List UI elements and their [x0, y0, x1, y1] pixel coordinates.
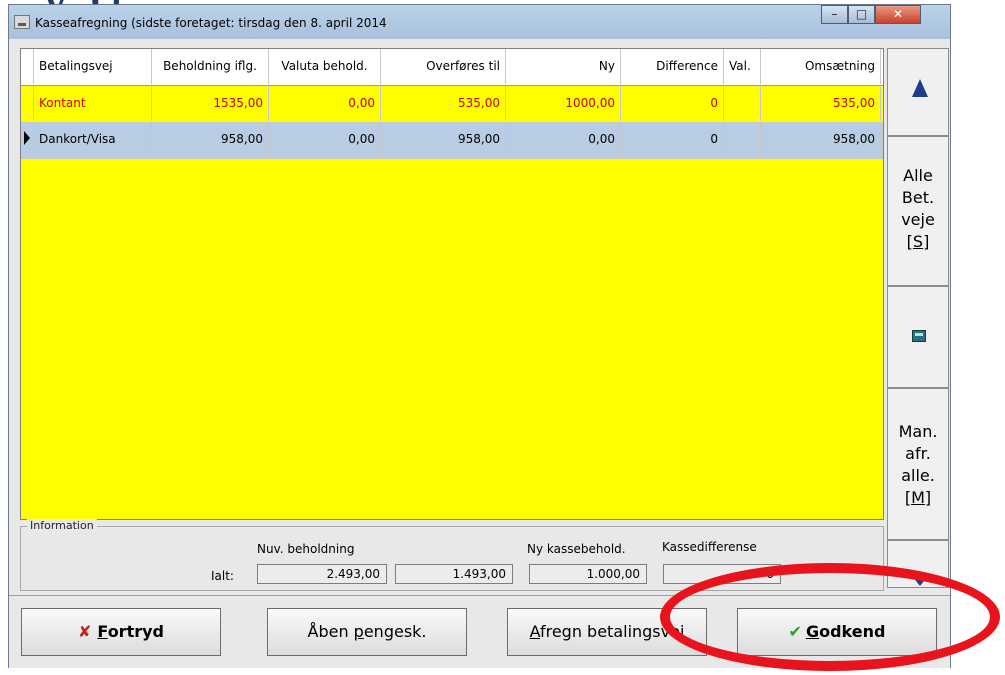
alle-bet-veje-button[interactable]: Alle Bet. veje [S]: [887, 136, 949, 286]
current-row-pointer-icon: [24, 131, 30, 145]
man-label-line1: Man.: [898, 422, 938, 441]
cell-beholdning[interactable]: 1535,00: [152, 86, 269, 121]
calculator-button[interactable]: [887, 286, 949, 388]
arrow-up-icon: [912, 79, 928, 97]
cell-valuta[interactable]: 0,00: [269, 86, 381, 121]
cell-overfoeres[interactable]: 535,00: [381, 86, 506, 121]
cell-overfoeres[interactable]: 958,00: [381, 122, 506, 157]
kasseafregning-window: Kasseafregning (sidste foretaget: tirsda…: [8, 4, 951, 668]
col-header-beholdning[interactable]: Beholdning iflg.: [152, 49, 269, 84]
calculator-icon: [912, 330, 926, 342]
cell-ny[interactable]: 0,00: [506, 122, 621, 157]
col-header-betalingsvej[interactable]: Betalingsvej: [34, 49, 152, 84]
ialt-label: Ialt:: [211, 569, 234, 583]
cell-betalingsvej[interactable]: Kontant: [34, 86, 152, 121]
scroll-up-button[interactable]: [887, 48, 949, 136]
godkend-button[interactable]: ✔ Godkend: [737, 608, 937, 656]
cell-difference[interactable]: 0: [621, 122, 724, 157]
row-indicator-header: [21, 49, 34, 84]
col-header-overfoeres[interactable]: Overføres til: [381, 49, 506, 84]
arrow-down-icon: [912, 576, 928, 586]
col-header-ny[interactable]: Ny: [506, 49, 621, 84]
grid-header-row: Betalingsvej Beholdning iflg. Valuta beh…: [21, 49, 883, 86]
col-header-difference[interactable]: Difference: [621, 49, 724, 84]
information-group: Information Nuv. beholdning Ny kassebeho…: [20, 519, 884, 591]
man-label-line3: alle.: [901, 466, 935, 485]
cell-ny[interactable]: 1000,00: [506, 86, 621, 121]
alle-label-line1: Alle: [903, 166, 933, 185]
ny-kassebehold-label: Ny kassebehold.: [527, 542, 626, 556]
checkmark-icon: ✔: [788, 622, 802, 641]
scroll-down-button[interactable]: [887, 540, 949, 588]
action-bar: ✘ Fortryd Åben pengesk. Afregn betalingsv…: [9, 595, 950, 668]
col-header-omsaetning[interactable]: Omsætning: [761, 49, 881, 84]
kassedifferense-field: 0: [663, 564, 781, 584]
app-icon: [14, 15, 30, 29]
man-shortcut: [M]: [904, 488, 932, 507]
nuv-beholdning-field: 2.493,00: [257, 564, 387, 584]
fortryd-button[interactable]: ✘ Fortryd: [21, 608, 221, 656]
close-button[interactable]: ✕: [875, 5, 921, 24]
table-row[interactable]: Dankort/Visa 958,00 0,00 958,00 0,00 0 9…: [21, 122, 883, 159]
ny-kassebehold-field: 1.000,00: [529, 564, 647, 584]
title-bar[interactable]: Kasseafregning (sidste foretaget: tirsda…: [9, 5, 950, 39]
row-indicator[interactable]: [21, 122, 34, 157]
row-indicator[interactable]: [21, 86, 34, 121]
col-header-val[interactable]: Val.: [724, 49, 761, 84]
window-title: Kasseafregning (sidste foretaget: tirsda…: [35, 16, 387, 30]
cancel-x-icon: ✘: [78, 622, 92, 641]
cell-valuta[interactable]: 0,00: [269, 122, 381, 157]
alle-shortcut: [S]: [906, 232, 930, 251]
cell-omsaetning[interactable]: 958,00: [761, 122, 881, 157]
table-row[interactable]: Kontant 1535,00 0,00 535,00 1000,00 0 53…: [21, 86, 883, 123]
col-header-valuta[interactable]: Valuta behold.: [269, 49, 381, 84]
cell-difference[interactable]: 0: [621, 86, 724, 121]
cell-beholdning[interactable]: 958,00: [152, 122, 269, 157]
maximize-button[interactable]: □: [848, 5, 875, 24]
aaben-pengeskuffe-button[interactable]: Åben pengesk.: [267, 608, 467, 656]
man-afr-alle-button[interactable]: Man. afr. alle. [M]: [887, 388, 949, 540]
afregn-betalingsvej-button[interactable]: Afregn betalingsvej: [507, 608, 707, 656]
cell-val[interactable]: [724, 86, 761, 121]
alle-label-line2: Bet.: [901, 188, 935, 207]
man-label-line2: afr.: [905, 444, 931, 463]
kassedifferense-label: Kassedifferense: [662, 540, 757, 554]
nuv-beholdning-label: Nuv. beholdning: [257, 542, 355, 556]
cell-betalingsvej[interactable]: Dankort/Visa: [34, 122, 152, 157]
alle-label-line3: veje: [901, 210, 935, 229]
cell-omsaetning[interactable]: 535,00: [761, 86, 881, 121]
minimize-button[interactable]: –: [821, 5, 848, 24]
total-overfoeres-field: 1.493,00: [395, 564, 513, 584]
information-legend: Information: [27, 519, 97, 532]
side-toolbar: Alle Bet. veje [S] Man. afr. alle. [M]: [887, 48, 949, 588]
cell-val[interactable]: [724, 122, 761, 157]
payment-grid[interactable]: Betalingsvej Beholdning iflg. Valuta beh…: [20, 48, 884, 520]
